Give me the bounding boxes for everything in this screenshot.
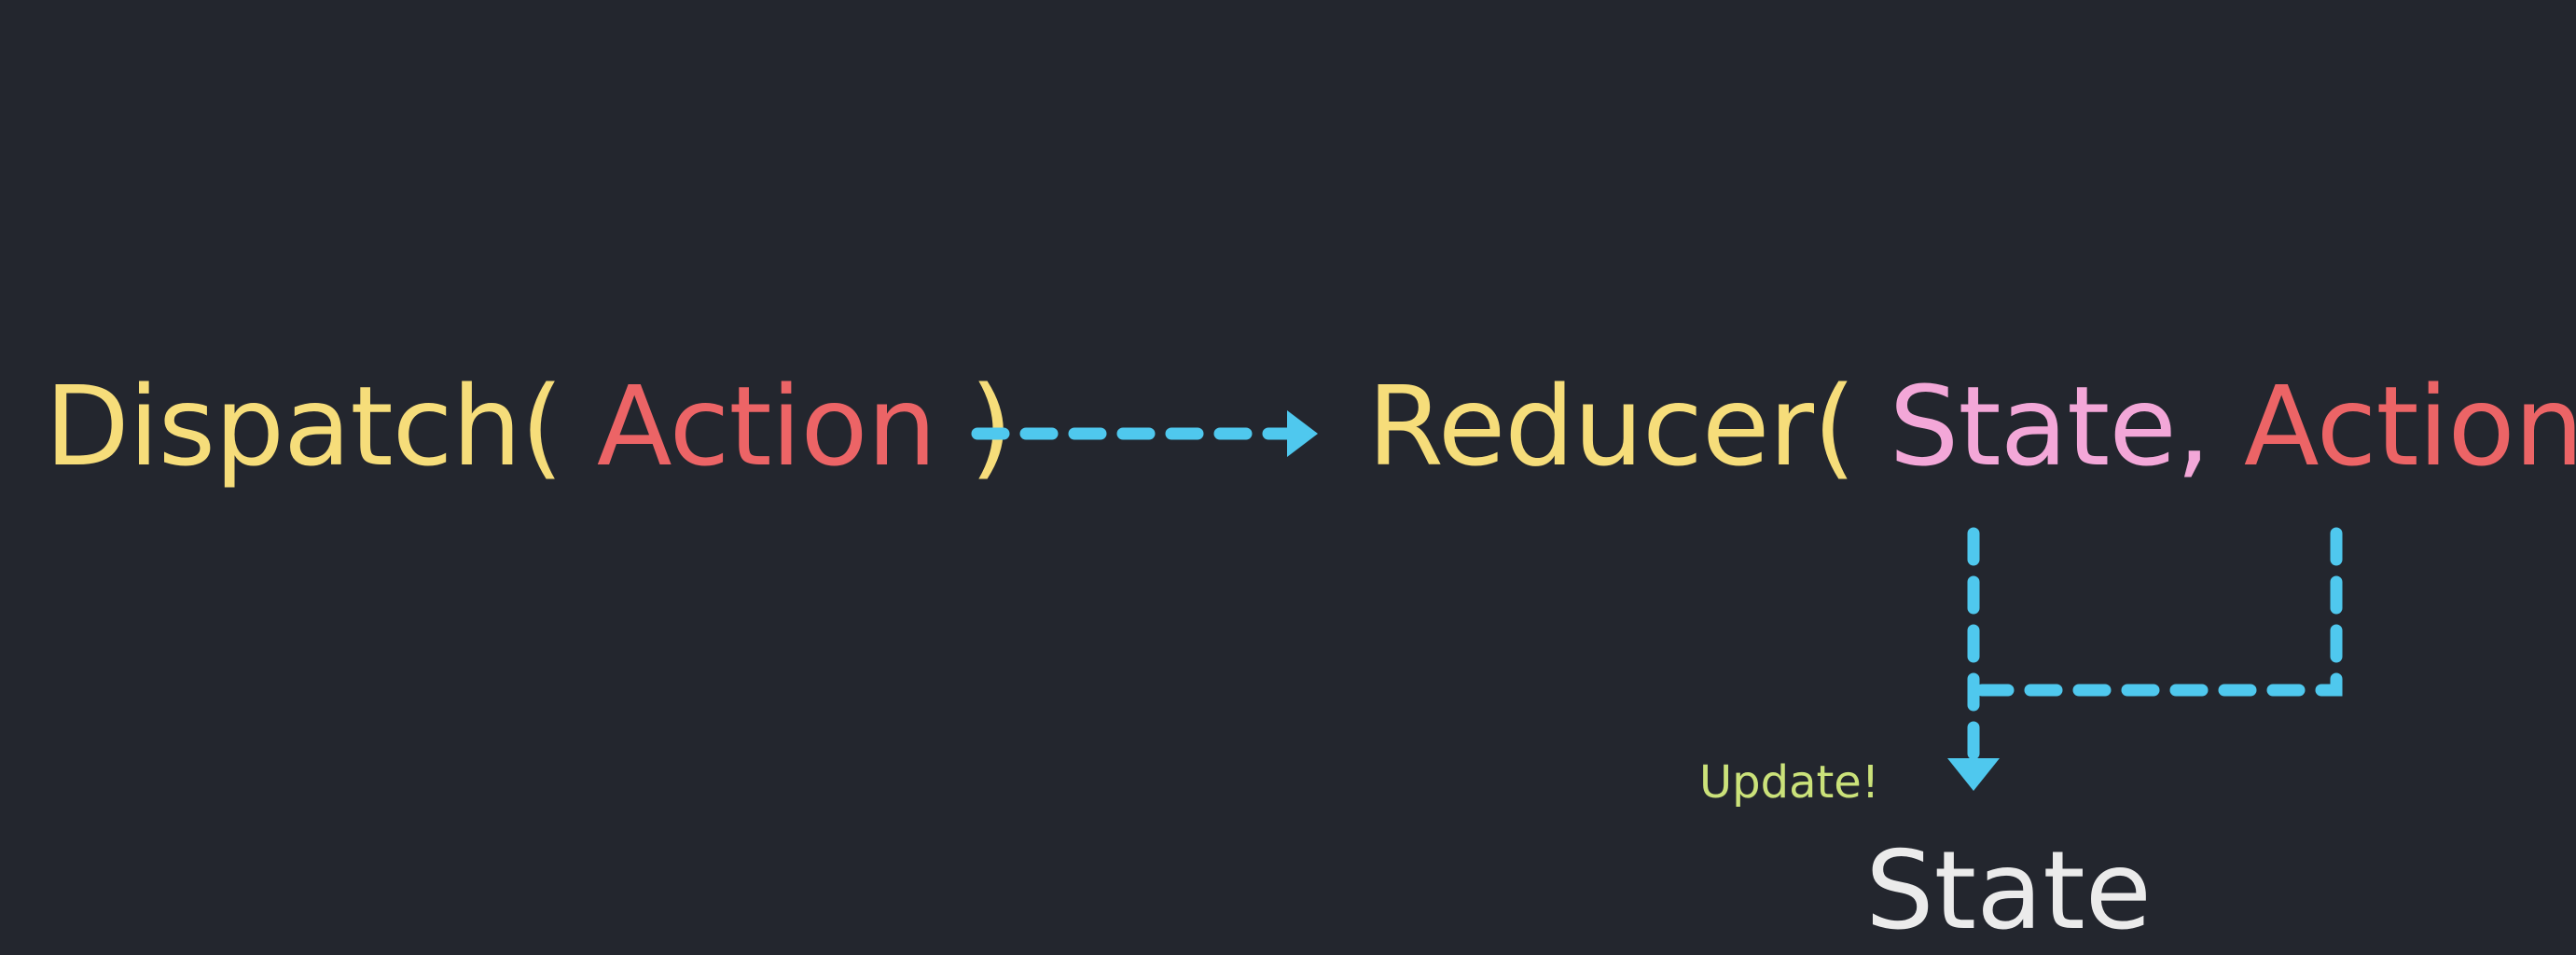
update-arrowhead-icon [1947, 758, 2000, 791]
result-state-label: State [1865, 828, 2153, 954]
dispatch-arrowhead-icon [1287, 410, 1318, 457]
update-label: Update! [1699, 756, 1880, 809]
flow-arrows [971, 410, 2343, 791]
action-to-state-connector [1967, 527, 2343, 697]
